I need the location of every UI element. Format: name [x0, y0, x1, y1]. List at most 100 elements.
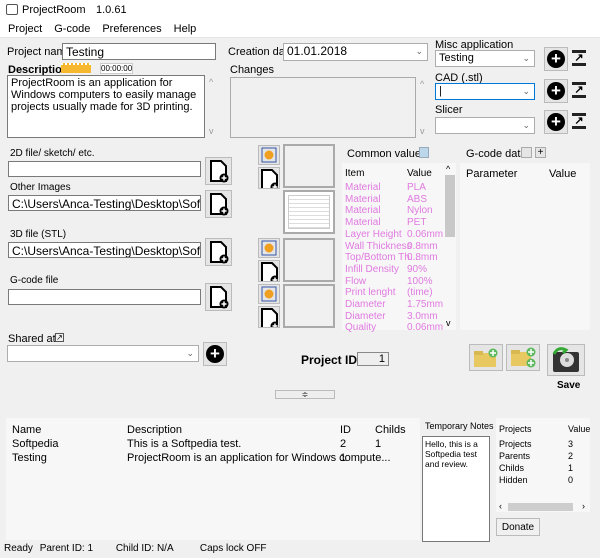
cad-select[interactable]: | ⌄ — [435, 83, 535, 100]
open-misc-application-button[interactable]: ↗ — [572, 50, 586, 66]
common-value-row[interactable]: Diameter 3.0mm — [342, 311, 442, 322]
fit-image-button[interactable] — [258, 145, 280, 165]
add-cad-button[interactable]: + — [544, 79, 568, 103]
common-value-row[interactable]: Material Nylon — [342, 205, 442, 216]
menu-preferences[interactable]: Preferences — [96, 20, 167, 38]
column-header-value: Value — [568, 424, 591, 434]
file-3d-input[interactable]: C:\Users\Anca-Testing\Desktop\Softpedia.… — [8, 242, 201, 258]
temporary-notes-textarea[interactable]: Hello, this is a Softpedia test and revi… — [422, 436, 490, 542]
status-caps-lock: Caps lock OFF — [199, 543, 267, 554]
stats-row[interactable]: Childs 1 — [496, 463, 590, 475]
browse-gcode-file-button[interactable] — [205, 283, 232, 311]
stats-row[interactable]: Parents 2 — [496, 451, 590, 463]
scrollbar-thumb[interactable] — [508, 503, 573, 511]
ruler-icon[interactable] — [61, 63, 91, 73]
open-slicer-button[interactable]: ↗ — [572, 113, 586, 129]
common-value-row[interactable]: Material ABS — [342, 194, 442, 205]
image-preview-3d[interactable] — [283, 238, 335, 282]
app-icon — [6, 4, 18, 15]
add-image-button[interactable] — [258, 167, 280, 189]
stats-row[interactable]: Projects 3 — [496, 439, 590, 451]
notebook-icon[interactable] — [419, 147, 429, 158]
add-image-button[interactable] — [258, 306, 280, 328]
browse-file-2d-button[interactable] — [205, 157, 232, 185]
horizontal-scrollbar[interactable]: ‹ › — [496, 501, 590, 512]
add-image-button[interactable] — [258, 260, 280, 282]
other-images-input[interactable]: C:\Users\Anca-Testing\Desktop\Softpedia.… — [8, 195, 201, 211]
scroll-up-icon[interactable]: ^ — [446, 164, 450, 174]
add-slicer-button[interactable]: + — [544, 110, 568, 134]
file-2d-input[interactable] — [8, 161, 201, 177]
external-link-icon: ↗ — [572, 82, 586, 98]
external-link-icon[interactable]: ↗ — [55, 333, 64, 342]
table-row[interactable]: Softpedia This is a Softpedia test. 2 1 — [6, 438, 420, 451]
image-preview-2d[interactable] — [283, 144, 335, 188]
plus-icon: + — [206, 345, 224, 363]
refresh-icon[interactable] — [521, 147, 532, 158]
add-gcode-icon[interactable]: + — [535, 147, 546, 158]
project-list[interactable]: Name Description ID Childs Softpedia This… — [6, 418, 420, 540]
misc-application-select[interactable]: Testing ⌄ — [435, 50, 535, 67]
scrollbar-thumb[interactable] — [445, 175, 455, 237]
browse-other-images-button[interactable] — [205, 190, 232, 218]
chevron-down-icon: ⌄ — [522, 86, 530, 96]
gcode-file-input[interactable] — [8, 289, 201, 305]
slicer-select[interactable]: ⌄ — [435, 117, 535, 134]
fit-image-button[interactable] — [258, 238, 280, 258]
stats-row[interactable]: Hidden 0 — [496, 475, 590, 487]
common-value-row[interactable]: Material PLA — [342, 182, 442, 193]
add-misc-application-button[interactable]: + — [544, 47, 568, 71]
project-name-input[interactable]: Testing — [62, 43, 216, 60]
fit-image-button[interactable] — [258, 284, 280, 304]
common-value-row[interactable]: Flow 100% — [342, 276, 442, 287]
image-preview-other[interactable] — [283, 190, 335, 234]
image-preview-gcode[interactable] — [283, 284, 335, 328]
save-button[interactable] — [547, 344, 585, 376]
common-value-item: Diameter — [345, 299, 386, 310]
menu-project[interactable]: Project — [2, 20, 48, 38]
table-row[interactable]: Testing ProjectRoom is an application for… — [6, 452, 420, 465]
common-value-row[interactable]: Infill Density 90% — [342, 264, 442, 275]
donate-button[interactable]: Donate — [496, 518, 540, 536]
fit-image-icon — [261, 286, 277, 302]
column-header-value: Value — [549, 168, 577, 180]
common-value-row[interactable]: Material PET — [342, 217, 442, 228]
stats-list[interactable]: Projects Value Projects 3 Parents 2 Childs 1 H… — [496, 418, 590, 502]
open-cad-button[interactable]: ↗ — [572, 82, 586, 98]
common-value-row[interactable]: Top/Bottom Th... 0.8mm — [342, 252, 442, 263]
stats-label: Projects — [499, 439, 532, 449]
scroll-left-icon[interactable]: ‹ — [499, 501, 502, 511]
scroll-down-icon[interactable]: v — [209, 126, 214, 136]
scroll-right-icon[interactable]: › — [582, 501, 585, 511]
common-value-row[interactable]: Diameter 1.75mm — [342, 299, 443, 310]
gcode-data-list[interactable]: Parameter Value — [460, 163, 590, 330]
common-value-row[interactable]: Layer Height 0.06mm — [342, 229, 443, 240]
chevron-down-icon: ⌄ — [522, 120, 530, 130]
stats-value: 1 — [568, 463, 574, 473]
scroll-down-icon[interactable]: v — [446, 318, 451, 328]
scroll-down-icon[interactable]: v — [420, 126, 425, 136]
shared-at-select[interactable]: ⌄ — [7, 345, 199, 362]
status-bar: Ready Parent ID: 1 Child ID: N/A Caps lo… — [0, 540, 600, 558]
column-header-item: Item — [345, 168, 365, 179]
scroll-up-icon[interactable]: ^ — [209, 77, 213, 87]
browse-file-3d-button[interactable] — [205, 238, 232, 266]
menu-gcode[interactable]: G-code — [48, 20, 96, 38]
common-values-list[interactable]: Item Value ^ v Material PLA Material ABS Mat… — [342, 163, 456, 333]
description-textarea[interactable]: ProjectRoom is an application for Window… — [7, 75, 205, 138]
add-project-button[interactable] — [469, 344, 503, 371]
fit-image-icon — [261, 147, 277, 163]
common-value-value: PET — [407, 217, 427, 229]
scroll-up-icon[interactable]: ^ — [420, 79, 424, 89]
splitter-handle[interactable]: ≑ — [275, 390, 335, 399]
common-value-row[interactable]: Print lenght (time) — [342, 287, 442, 298]
changes-textarea[interactable] — [230, 77, 416, 138]
creation-date-picker[interactable]: 01.01.2018 ⌄ — [283, 43, 428, 61]
menu-help[interactable]: Help — [168, 20, 203, 38]
common-value-row[interactable]: Wall Thickness 0.8mm — [342, 241, 442, 252]
add-child-project-button[interactable] — [506, 344, 540, 371]
file-add-icon — [209, 241, 228, 264]
common-value-row[interactable]: Quality 0.06mm — [342, 322, 443, 333]
add-shared-button[interactable]: + — [203, 342, 227, 366]
external-link-icon: ↗ — [572, 113, 586, 129]
